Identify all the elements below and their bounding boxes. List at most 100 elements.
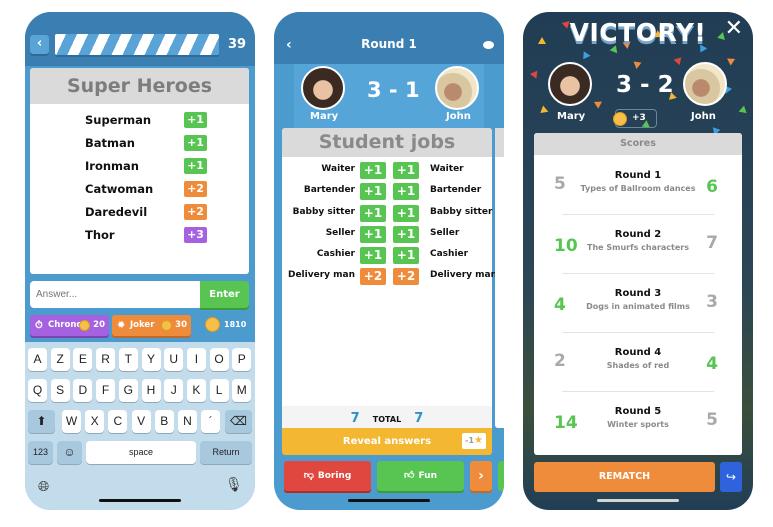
next-button[interactable]: › [470, 461, 492, 491]
left-answer: Seller [325, 227, 355, 238]
home-indicator [597, 499, 679, 502]
key[interactable]: J [164, 379, 184, 402]
joker-powerup-button[interactable]: ✹ Joker 30 [112, 315, 191, 336]
key[interactable]: M [232, 379, 252, 402]
points-badge: +1 [184, 112, 207, 128]
shift-key[interactable]: ⬆ [28, 410, 55, 433]
key[interactable]: C [108, 410, 128, 433]
match-score: 3 - 1 [367, 78, 420, 102]
thumbs-up-icon: 👍︎ [404, 470, 415, 481]
key[interactable]: Q [28, 379, 47, 402]
key[interactable]: B [154, 410, 174, 433]
timer-progress-bar [55, 34, 219, 55]
rounds-list: 5 Round 1 Types of Ballroom dances 6 10 R… [534, 155, 742, 450]
return-key[interactable]: Return [200, 441, 252, 464]
players-banner: Mary 3 - 1 John [294, 64, 484, 128]
points-badge: +3 [184, 227, 207, 243]
key[interactable]: S [50, 379, 70, 402]
left-answer: Cashier [316, 249, 355, 260]
back-button[interactable]: ‹ [30, 35, 49, 54]
close-icon[interactable]: ✕ [725, 16, 743, 41]
avatar-mary[interactable] [301, 66, 345, 110]
powerup-cost: 30 [175, 320, 187, 330]
key[interactable]: V [131, 410, 151, 433]
backspace-key[interactable]: ⌫ [225, 410, 252, 433]
comparison-row: Delivery man +2 +2 Delivery man [282, 267, 497, 288]
space-key[interactable]: space [86, 441, 196, 464]
left-answer: Waiter [321, 164, 355, 174]
confetti-piece [583, 51, 591, 60]
confetti-piece [529, 70, 541, 81]
avatar-john[interactable] [435, 66, 479, 110]
round-result-screen: ‹ Round 1 Mary 3 - 1 John Student jobs W… [274, 12, 504, 510]
player-left-name: Mary [557, 111, 586, 122]
key[interactable]: K [186, 379, 206, 402]
key[interactable]: D [73, 379, 93, 402]
chrono-powerup-button[interactable]: ⏱ Chrono 20 [30, 315, 109, 336]
key[interactable]: I [186, 348, 206, 371]
avatar-john[interactable] [683, 62, 727, 106]
backspace-icon: ⌫ [230, 414, 247, 428]
right-answer: Delivery man [430, 270, 498, 281]
boring-button[interactable]: 👎︎ Boring [284, 461, 371, 491]
answer-text: Daredevil [85, 205, 148, 219]
points-badge: +2 [184, 181, 207, 197]
key[interactable]: T [118, 348, 138, 371]
right-answer: Seller [430, 227, 460, 238]
round-score-row: 5 Round 1 Types of Ballroom dances 6 [534, 155, 742, 214]
emoji-key[interactable]: ☺ [57, 441, 82, 464]
key[interactable]: H [141, 379, 161, 402]
globe-icon[interactable]: 🌐︎ [38, 479, 49, 495]
key[interactable]: G [118, 379, 138, 402]
answer-text: Thor [85, 228, 115, 242]
key[interactable]: O [209, 348, 229, 371]
key[interactable]: R [96, 348, 116, 371]
chat-bubble-icon[interactable] [483, 41, 494, 49]
answer-text: Superman [85, 113, 152, 127]
total-row: 7 TOTAL 7 [282, 406, 492, 428]
key[interactable]: ´ [201, 410, 221, 433]
key[interactable]: Z [50, 348, 70, 371]
fun-button[interactable]: 👍︎ Fun [377, 461, 464, 491]
answer-list: Superman +1 Batman +1 Ironman +1 Catwoman +… [30, 104, 249, 247]
coin-icon [205, 317, 220, 332]
key[interactable]: E [73, 348, 93, 371]
answer-input[interactable] [30, 281, 200, 308]
avatar-mary[interactable] [548, 62, 592, 106]
enter-button[interactable]: Enter [200, 281, 249, 308]
player-right-name: John [691, 111, 716, 122]
answer-row: Daredevil +2 [30, 201, 249, 224]
chevron-right-icon: › [478, 468, 484, 484]
right-answer: Cashier [430, 249, 469, 260]
key[interactable]: N [178, 410, 197, 433]
points-badge: +1 [184, 158, 207, 174]
key[interactable]: L [209, 379, 229, 402]
right-round-score: 7 [706, 233, 718, 253]
key[interactable]: A [28, 348, 47, 371]
confetti-piece [540, 105, 550, 116]
right-points-badge: +2 [393, 268, 419, 286]
home-indicator [99, 499, 181, 502]
left-points-badge: +1 [360, 204, 386, 222]
key[interactable]: F [96, 379, 116, 402]
key[interactable]: X [85, 410, 105, 433]
left-points-badge: +1 [360, 162, 386, 179]
reveal-answers-button[interactable]: Reveal answers -1★ [282, 428, 492, 455]
rematch-button[interactable]: REMATCH [534, 462, 715, 492]
key[interactable]: W [62, 410, 81, 433]
points-badge: +1 [184, 135, 207, 151]
key[interactable]: Y [141, 348, 161, 371]
key[interactable]: P [232, 348, 252, 371]
reveal-cost-badge: -1★ [462, 433, 486, 449]
scores-card: Scores 5 Round 1 Types of Ballroom dance… [534, 133, 742, 455]
left-points-badge: +1 [360, 225, 386, 243]
total-right: 7 [414, 411, 424, 426]
right-round-score: 4 [706, 354, 718, 374]
microphone-icon[interactable]: 🎙︎ [225, 477, 243, 493]
thumbs-down-icon: 👎︎ [303, 470, 314, 481]
comparison-row: Waiter +1 +1 Waiter [282, 161, 492, 182]
key[interactable]: U [164, 348, 184, 371]
numbers-key[interactable]: 123 [28, 441, 53, 464]
top-bar: ‹ Round 1 [274, 12, 504, 64]
share-button[interactable]: ↪ [720, 462, 742, 492]
